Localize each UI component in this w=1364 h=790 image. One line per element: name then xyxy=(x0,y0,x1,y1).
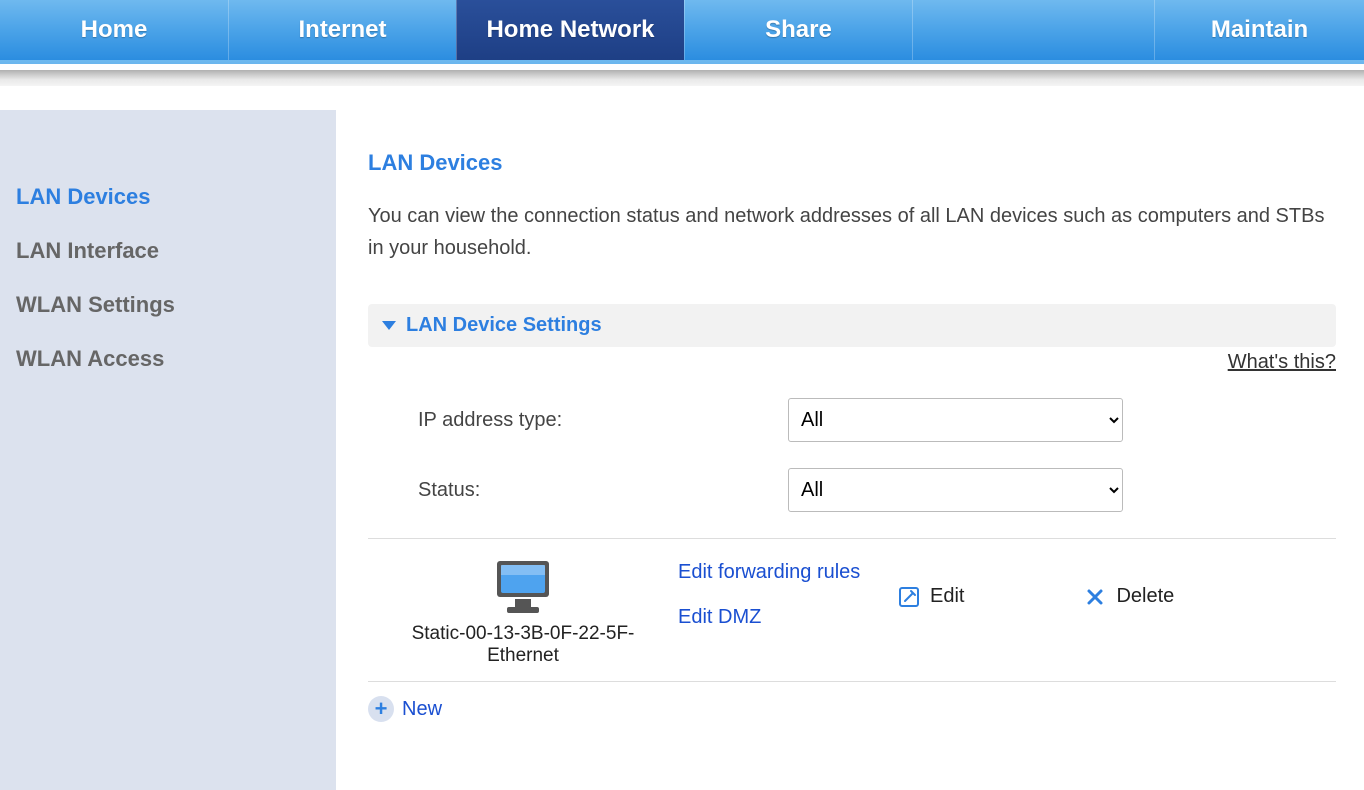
sidebar-item-label: LAN Devices xyxy=(16,184,151,209)
sidebar-item-wlan-access[interactable]: WLAN Access xyxy=(0,332,336,386)
row-ip-address-type: IP address type: All xyxy=(368,398,1336,442)
select-status[interactable]: All xyxy=(788,468,1123,512)
section-lan-device-settings[interactable]: LAN Device Settings xyxy=(368,304,1336,347)
plus-icon: + xyxy=(368,696,394,722)
nav-spacer xyxy=(912,0,1154,60)
nav-maintain[interactable]: Maintain xyxy=(1154,0,1364,60)
nav-home-label: Home xyxy=(81,16,148,44)
page-description: You can view the connection status and n… xyxy=(368,200,1336,264)
nav-share-label: Share xyxy=(765,16,832,44)
link-edit-dmz[interactable]: Edit DMZ xyxy=(678,606,898,629)
close-icon xyxy=(1084,586,1106,608)
main-content: LAN Devices You can view the connection … xyxy=(340,110,1364,790)
sidebar-item-lan-devices[interactable]: LAN Devices xyxy=(0,170,336,224)
label-status: Status: xyxy=(368,479,788,502)
page-body: LAN Devices LAN Interface WLAN Settings … xyxy=(0,110,1364,790)
delete-button-label: Delete xyxy=(1116,585,1174,608)
label-ip-address-type: IP address type: xyxy=(368,409,788,432)
edit-button-label: Edit xyxy=(930,585,964,608)
link-edit-forwarding-rules[interactable]: Edit forwarding rules xyxy=(678,561,898,584)
row-status: Status: All xyxy=(368,468,1336,512)
sidebar-item-lan-interface[interactable]: LAN Interface xyxy=(0,224,336,278)
whats-this-link[interactable]: What's this? xyxy=(1228,351,1336,373)
nav-shadow xyxy=(0,70,1364,86)
add-new-label: New xyxy=(402,698,442,721)
device-name: Static-00-13-3B-0F-22-5F-Ethernet xyxy=(378,623,668,667)
add-new-button[interactable]: + New xyxy=(368,696,1336,722)
sidebar: LAN Devices LAN Interface WLAN Settings … xyxy=(0,110,336,790)
device-cell[interactable]: Static-00-13-3B-0F-22-5F-Ethernet xyxy=(368,557,678,667)
sidebar-item-label: WLAN Access xyxy=(16,346,164,371)
edit-button[interactable]: Edit xyxy=(898,585,964,608)
device-row: Static-00-13-3B-0F-22-5F-Ethernet Edit f… xyxy=(368,538,1336,682)
nav-home-network-label: Home Network xyxy=(486,16,654,44)
sidebar-item-wlan-settings[interactable]: WLAN Settings xyxy=(0,278,336,332)
delete-button[interactable]: Delete xyxy=(1084,585,1174,608)
chevron-down-icon xyxy=(382,321,396,330)
monitor-icon xyxy=(491,557,555,617)
page-title: LAN Devices xyxy=(368,150,1336,176)
nav-internet[interactable]: Internet xyxy=(228,0,456,60)
sidebar-item-label: LAN Interface xyxy=(16,238,159,263)
sidebar-item-label: WLAN Settings xyxy=(16,292,175,317)
device-actions: Edit Delete xyxy=(898,557,1336,667)
nav-home[interactable]: Home xyxy=(0,0,228,60)
nav-share[interactable]: Share xyxy=(684,0,912,60)
section-title: LAN Device Settings xyxy=(406,314,602,337)
device-links: Edit forwarding rules Edit DMZ xyxy=(678,557,898,667)
select-ip-address-type[interactable]: All xyxy=(788,398,1123,442)
whats-this-row: What's this? xyxy=(368,351,1336,374)
edit-icon xyxy=(898,586,920,608)
top-nav: Home Internet Home Network Share Maintai… xyxy=(0,0,1364,64)
nav-maintain-label: Maintain xyxy=(1211,16,1308,44)
nav-internet-label: Internet xyxy=(298,16,386,44)
nav-home-network[interactable]: Home Network xyxy=(456,0,684,60)
